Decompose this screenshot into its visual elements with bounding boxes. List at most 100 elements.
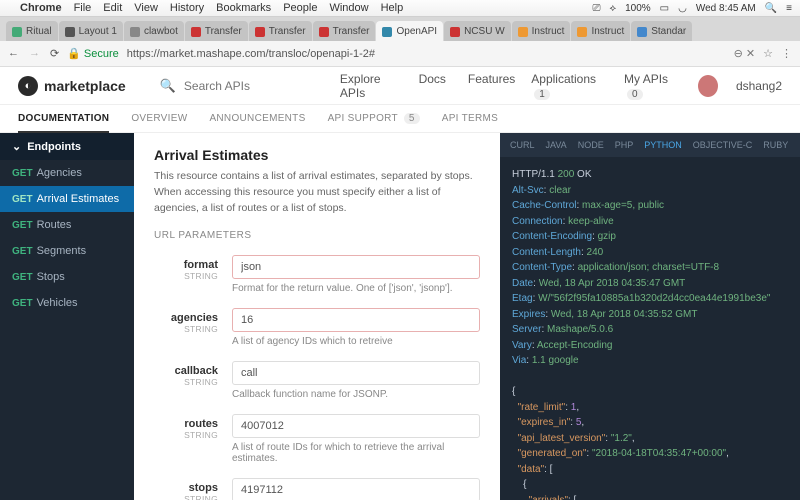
lang-tab[interactable]: CURL (510, 140, 535, 150)
key-icon[interactable]: ⊖ ✕ (734, 47, 756, 60)
param-name: routes (154, 418, 218, 430)
lang-tab[interactable]: PHP (615, 140, 634, 150)
http-method: GET (12, 194, 33, 205)
search-input[interactable] (184, 79, 284, 93)
sidebar-item[interactable]: GETArrival Estimates (0, 186, 134, 212)
nav-myapis[interactable]: My APIs0 (624, 72, 680, 100)
param-type: STRING (154, 377, 218, 387)
subnav-apiterms[interactable]: API TERMS (442, 113, 498, 124)
menu-bookmarks[interactable]: Bookmarks (216, 2, 271, 14)
param-input[interactable] (232, 478, 480, 500)
endpoints-sidebar: ⌄ Endpoints GETAgenciesGETArrival Estima… (0, 133, 134, 500)
lang-tab[interactable]: NODE (578, 140, 604, 150)
wifi-icon[interactable]: ⟡ (609, 3, 616, 14)
lang-tab[interactable]: RUBY (763, 140, 788, 150)
menu-people[interactable]: People (283, 2, 317, 14)
brand-logo[interactable]: ◐ marketplace (18, 76, 126, 96)
secure-indicator[interactable]: 🔒 Secure (67, 47, 119, 60)
favicon-icon (12, 27, 22, 37)
favicon-icon (319, 27, 329, 37)
tab-label: Instruct (532, 26, 565, 37)
favicon-icon (255, 27, 265, 37)
tab-label: Layout 1 (79, 26, 117, 37)
tab-label: Standar (651, 26, 686, 37)
avatar[interactable] (698, 75, 718, 97)
browser-tab[interactable]: Layout 1 (59, 21, 123, 41)
menu-history[interactable]: History (170, 2, 204, 14)
lang-tab[interactable]: JAVA (546, 140, 567, 150)
response-code[interactable]: HTTP/1.1 200 OK Alt-Svc: clear Cache-Con… (500, 157, 800, 500)
param-input[interactable] (232, 255, 480, 279)
nav-docs[interactable]: Docs (419, 72, 446, 100)
param-help: A list of agency IDs which to retreive (232, 336, 480, 347)
subnav-announcements[interactable]: ANNOUNCEMENTS (209, 113, 305, 124)
browser-tab[interactable]: Transfer (185, 21, 248, 41)
param-input[interactable] (232, 361, 480, 385)
url-text[interactable]: https://market.mashape.com/transloc/open… (127, 48, 375, 60)
star-icon[interactable]: ☆ (763, 47, 773, 60)
clock[interactable]: Wed 8:45 AM (696, 3, 756, 14)
params-section-label: URL PARAMETERS (154, 230, 480, 241)
param-help: Callback function name for JSONP. (232, 389, 480, 400)
param-row: callbackSTRING Callback function name fo… (154, 361, 480, 408)
browser-tab[interactable]: Instruct (571, 21, 630, 41)
sidebar-item[interactable]: GETRoutes (0, 212, 134, 238)
browser-tab[interactable]: NCSU W (444, 21, 511, 41)
tab-label: Ritual (26, 26, 52, 37)
browser-tab[interactable]: Ritual (6, 21, 58, 41)
nav-applications[interactable]: Applications1 (531, 72, 606, 100)
chevron-down-icon: ⌄ (12, 140, 21, 153)
app-name[interactable]: Chrome (20, 2, 62, 14)
param-name: agencies (154, 312, 218, 324)
doc-panel: Arrival Estimates This resource contains… (134, 133, 500, 500)
param-row: formatSTRING •Format for the return valu… (154, 255, 480, 302)
favicon-icon (382, 27, 392, 37)
username[interactable]: dshang2 (736, 79, 782, 93)
menu-view[interactable]: View (134, 2, 158, 14)
favicon-icon (518, 27, 528, 37)
param-row: agenciesSTRING •A list of agency IDs whi… (154, 308, 480, 355)
endpoint-title: Arrival Estimates (154, 147, 480, 163)
lang-tab[interactable]: OBJECTIVE-C (693, 140, 753, 150)
sidebar-heading[interactable]: ⌄ Endpoints (0, 133, 134, 160)
param-type: STRING (154, 271, 218, 281)
param-input[interactable] (232, 414, 480, 438)
nav-explore[interactable]: Explore APIs (340, 72, 397, 100)
browser-tab[interactable]: clawbot (124, 21, 184, 41)
sidebar-item[interactable]: GETSegments (0, 238, 134, 264)
forward-icon[interactable]: → (29, 47, 40, 60)
browser-tab[interactable]: Standar (631, 21, 692, 41)
browser-tab[interactable]: Instruct (512, 21, 571, 41)
subnav-documentation[interactable]: DOCUMENTATION (18, 113, 109, 133)
subnav-apisupport[interactable]: API SUPPORT 5 (328, 113, 420, 124)
nav-features[interactable]: Features (468, 72, 515, 100)
sidebar-item[interactable]: GETStops (0, 264, 134, 290)
menu-file[interactable]: File (74, 2, 92, 14)
tab-label: Transfer (205, 26, 242, 37)
wifi-icon-2[interactable]: ◡ (678, 3, 687, 14)
sidebar-item[interactable]: GETVehicles (0, 290, 134, 316)
browser-tab[interactable]: OpenAPI (376, 21, 443, 41)
tab-label: OpenAPI (396, 26, 437, 37)
spotlight-icon[interactable]: 🔍 (765, 3, 777, 14)
site-header: ◐ marketplace 🔍 Explore APIs Docs Featur… (0, 67, 800, 105)
menu-edit[interactable]: Edit (103, 2, 122, 14)
endpoint-name: Stops (37, 271, 65, 283)
menu-window[interactable]: Window (329, 2, 368, 14)
subnav-overview[interactable]: OVERVIEW (131, 113, 187, 124)
favicon-icon (637, 27, 647, 37)
param-input[interactable] (232, 308, 480, 332)
search-icon[interactable]: 🔍 (160, 78, 176, 94)
menu-icon[interactable]: ⋮ (781, 47, 792, 60)
browser-tab[interactable]: Transfer (249, 21, 312, 41)
menu-help[interactable]: Help (381, 2, 404, 14)
back-icon[interactable]: ← (8, 47, 19, 60)
reload-icon[interactable]: ⟳ (50, 47, 59, 60)
lang-tab[interactable]: PYTHON (644, 140, 682, 150)
screencast-icon[interactable]: ⎚ (592, 3, 600, 14)
sidebar-item[interactable]: GETAgencies (0, 160, 134, 186)
menu-extras-icon[interactable]: ≡ (786, 3, 792, 14)
http-method: GET (12, 168, 33, 179)
param-type: STRING (154, 494, 218, 500)
browser-tab[interactable]: Transfer (313, 21, 376, 41)
